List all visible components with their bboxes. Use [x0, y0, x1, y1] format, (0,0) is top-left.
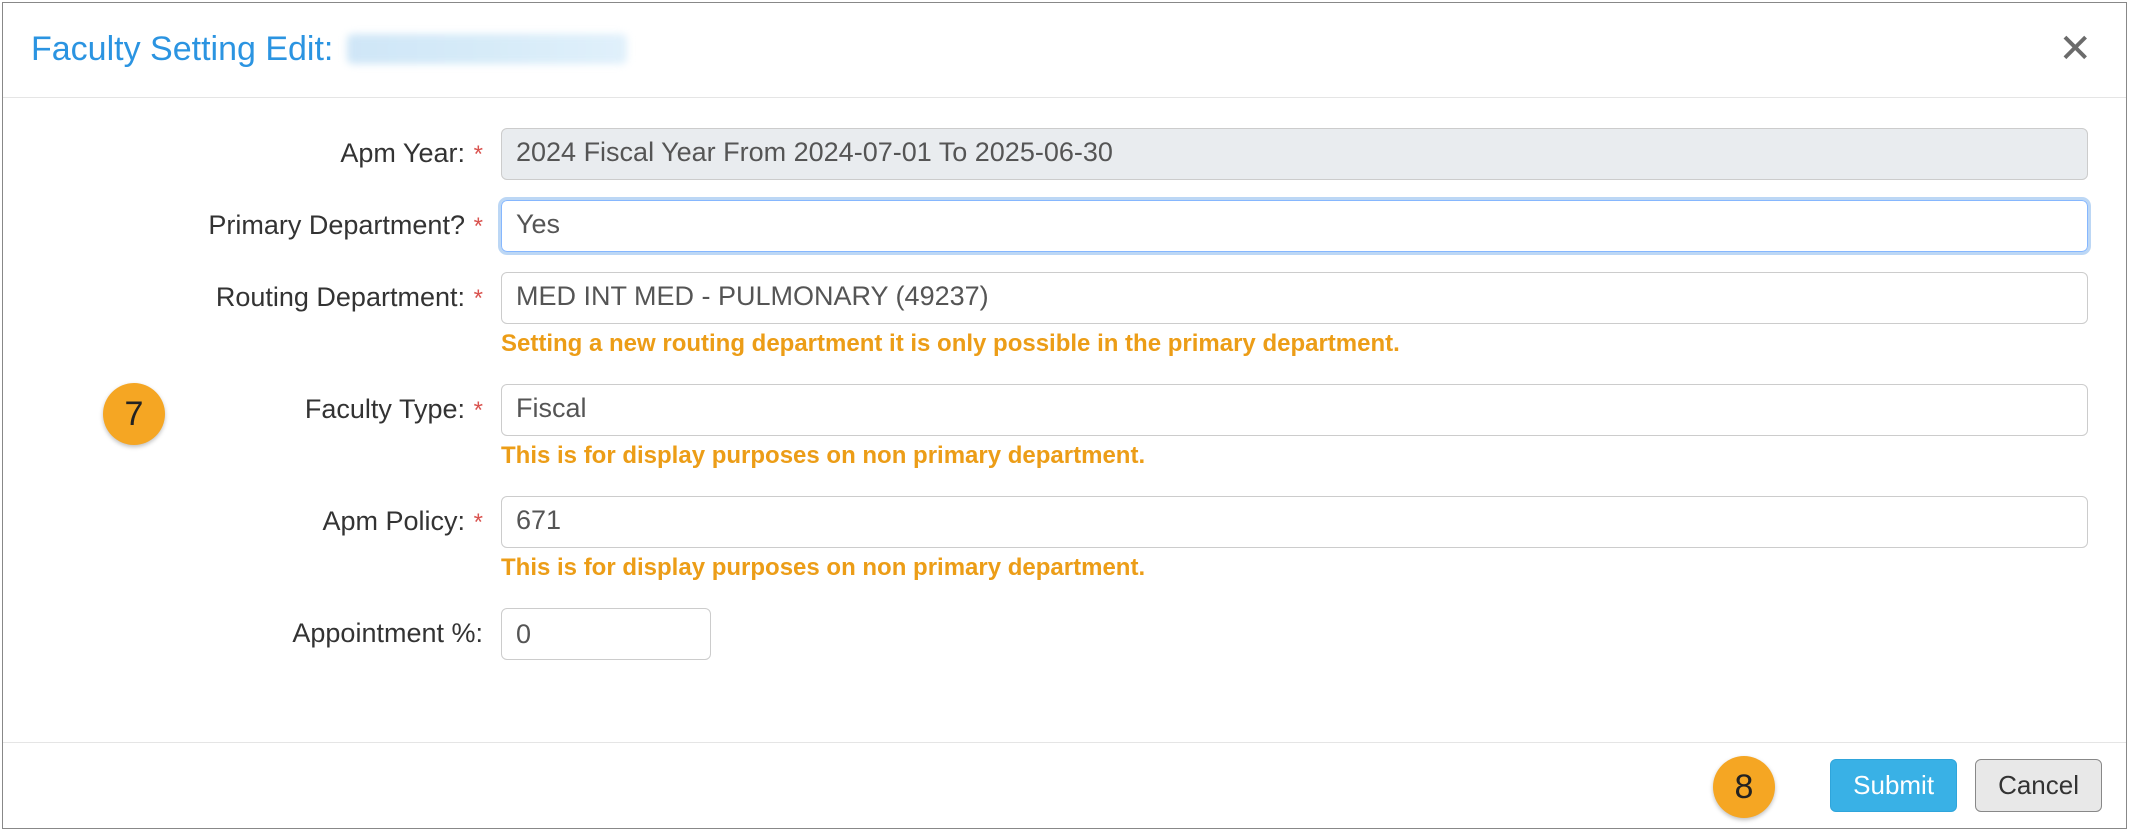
routing-department-help: Setting a new routing department it is o…	[501, 330, 2088, 358]
modal-footer: 8 Submit Cancel	[3, 742, 2126, 828]
label-apm-policy: Apm Policy: *	[31, 496, 501, 537]
row-appointment-pct: Appointment %:	[31, 608, 2098, 660]
faculty-type-help: This is for display purposes on non prim…	[501, 442, 2088, 470]
primary-department-select[interactable]: Yes	[501, 200, 2088, 252]
modal-header: Faculty Setting Edit: ✕	[3, 3, 2126, 98]
routing-department-select[interactable]: MED INT MED - PULMONARY (49237)	[501, 272, 2088, 324]
required-asterisk: *	[467, 397, 483, 424]
row-faculty-type: Faculty Type: * Fiscal This is for displ…	[31, 384, 2098, 470]
required-asterisk: *	[467, 509, 483, 536]
title-name-blurred	[347, 34, 627, 64]
apm-policy-help: This is for display purposes on non prim…	[501, 554, 2088, 582]
close-icon[interactable]: ✕	[2052, 25, 2098, 73]
required-asterisk: *	[467, 285, 483, 312]
row-primary-department: Primary Department? * Yes	[31, 200, 2098, 252]
annotation-badge-7: 7	[103, 383, 165, 445]
label-faculty-type: Faculty Type: *	[31, 384, 501, 425]
required-asterisk: *	[467, 141, 483, 168]
cancel-button[interactable]: Cancel	[1975, 759, 2102, 812]
label-primary-department: Primary Department? *	[31, 200, 501, 241]
row-routing-department: Routing Department: * MED INT MED - PULM…	[31, 272, 2098, 358]
label-appointment-pct: Appointment %:	[31, 608, 501, 649]
label-routing-department: Routing Department: *	[31, 272, 501, 313]
annotation-badge-8: 8	[1713, 756, 1775, 818]
label-apm-year: Apm Year: *	[31, 128, 501, 169]
faculty-setting-edit-modal: Faculty Setting Edit: ✕ 7 Apm Year: * 20…	[2, 2, 2127, 829]
required-asterisk: *	[467, 213, 483, 240]
apm-policy-select[interactable]: 671	[501, 496, 2088, 548]
faculty-type-select[interactable]: Fiscal	[501, 384, 2088, 436]
row-apm-policy: Apm Policy: * 671 This is for display pu…	[31, 496, 2098, 582]
title-prefix: Faculty Setting Edit:	[31, 30, 333, 69]
apm-year-field: 2024 Fiscal Year From 2024-07-01 To 2025…	[501, 128, 2088, 180]
appointment-pct-input[interactable]	[501, 608, 711, 660]
row-apm-year: Apm Year: * 2024 Fiscal Year From 2024-0…	[31, 128, 2098, 180]
modal-body: 7 Apm Year: * 2024 Fiscal Year From 2024…	[3, 98, 2126, 742]
submit-button[interactable]: Submit	[1830, 759, 1957, 812]
modal-title: Faculty Setting Edit:	[31, 30, 627, 69]
